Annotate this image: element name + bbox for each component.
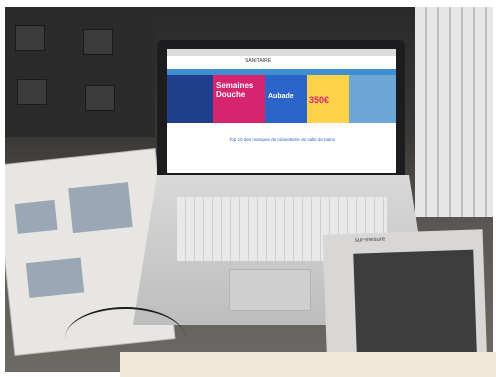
banner-main-label: Douche — [216, 90, 246, 99]
site-header: SANITAIRE — [167, 56, 396, 69]
shelf-cell — [85, 85, 115, 111]
magazine-photo — [68, 182, 133, 234]
content-title: Top 10 des marques de robinetterie de sa… — [229, 137, 335, 142]
magazine-right: sur-mesure — [322, 229, 488, 372]
magazine-photo — [25, 257, 85, 299]
site-banner: Semaines Douche Aubade 350€ — [167, 75, 396, 123]
radiator — [415, 7, 493, 217]
shelf-cell — [17, 79, 47, 105]
banner-panel-brand: Aubade — [265, 75, 307, 123]
banner-label: Semaines — [216, 81, 254, 90]
magazine-photo — [14, 199, 58, 234]
laptop-screen: SANITAIRE Semaines Douche Aubade 350€ To… — [167, 49, 396, 181]
photo-scene: SANITAIRE Semaines Douche Aubade 350€ To… — [0, 0, 496, 377]
banner-panel-photo — [349, 75, 396, 123]
browser-bar — [167, 49, 396, 56]
magazine-dark-photo — [353, 249, 478, 369]
shelf-cell — [83, 29, 113, 55]
site-content: Top 10 des marques de robinetterie de sa… — [167, 123, 396, 173]
shelf-cell — [15, 25, 45, 51]
laptop-touchpad — [229, 269, 311, 311]
banner-panel-shower — [167, 75, 213, 123]
bookshelf — [5, 7, 155, 137]
photo: SANITAIRE Semaines Douche Aubade 350€ To… — [5, 7, 493, 372]
banner-brand: Aubade — [268, 93, 294, 100]
magazine-title: sur-mesure — [354, 236, 386, 244]
banner-price: 350€ — [309, 95, 330, 105]
site-logo: SANITAIRE — [245, 58, 272, 64]
banner-panel-price: 350€ — [307, 75, 349, 123]
banner-panel-promo: Semaines Douche — [213, 75, 265, 123]
bottom-paper-strip — [120, 352, 496, 377]
